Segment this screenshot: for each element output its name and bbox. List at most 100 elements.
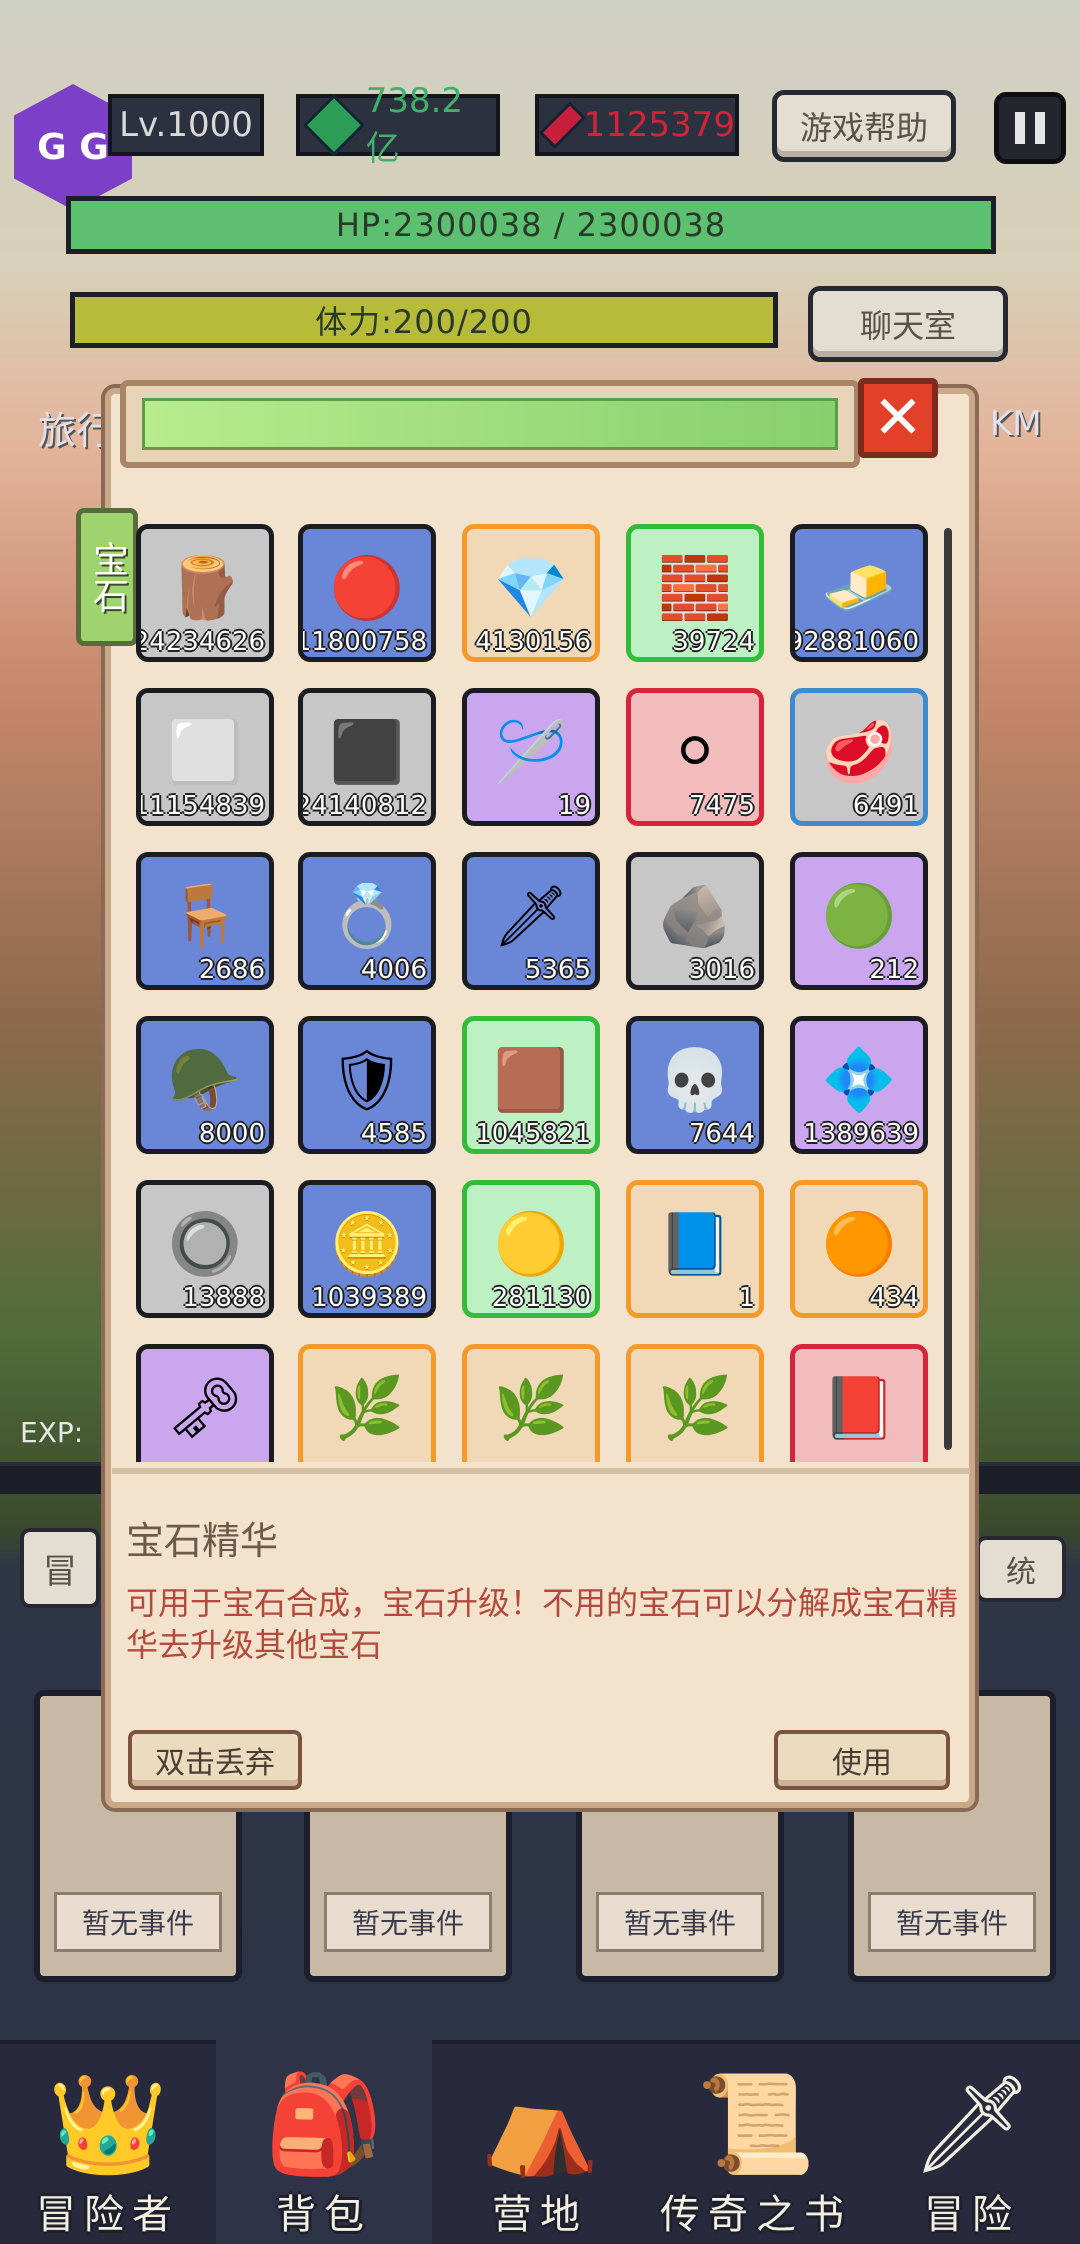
nav-backpack-icon: 🎒 [264,2068,384,2180]
item-count: 4006 [360,955,427,985]
item-icon: 🥩 [821,717,897,788]
item-icon: 🧈 [821,553,897,624]
inventory-slot[interactable]: 🟠 434 [790,1180,928,1318]
item-count: 13888 [182,1283,265,1313]
nav-camp[interactable]: ⛺ 营地 [432,2040,648,2244]
item-count: 5365 [524,955,591,985]
discard-button[interactable]: 双击丢弃 [128,1730,302,1790]
item-count: 212 [869,955,919,985]
stamina-bar: 体力:200/200 [70,292,778,348]
event-card-label: 暂无事件 [324,1892,492,1952]
hp-text: HP:2300038 / 2300038 [335,206,727,244]
item-icon: 🛡 [328,1045,406,1116]
ruby-counter: 1125379 [535,94,739,156]
inventory-slot[interactable]: 💠 1389639 [790,1016,928,1154]
inventory-slot[interactable]: ⬜ 11154839 [136,688,274,826]
inventory-slot[interactable]: 💎 4130156 [462,524,600,662]
close-button[interactable]: ✕ [858,378,938,458]
gg-logo-label: G G [37,126,109,168]
pause-button[interactable] [994,92,1066,164]
inventory-slot[interactable]: 🌿 [298,1344,436,1462]
inventory-slot[interactable]: 🧱 39724 [626,524,764,662]
inventory-slot[interactable]: 💀 7644 [626,1016,764,1154]
nav-camp-label: 营地 [492,2192,588,2238]
item-icon: 🗝 [166,1373,244,1444]
item-count: 3016 [688,955,755,985]
use-label: 使用 [832,1746,892,1781]
inventory-slot[interactable]: 🟢 212 [790,852,928,990]
inventory-slot[interactable]: 📕 [790,1344,928,1462]
nav-backpack-label: 背包 [276,2192,372,2238]
km-text: KM [990,404,1042,444]
item-icon: 🟡 [493,1209,569,1280]
nav-backpack[interactable]: 🎒 背包 [216,2040,432,2244]
item-icon: 🗡 [492,881,570,952]
tab-gems-label: 宝石 [87,541,128,613]
item-icon: 🌿 [657,1373,733,1444]
nav-adventurer[interactable]: 👑 冒险者 [0,2040,216,2244]
ruby-count: 1125379 [583,105,735,145]
discard-label: 双击丢弃 [155,1746,275,1781]
inventory-slot[interactable]: ⚪ 7475 [626,688,764,826]
inventory-slot[interactable]: 🪵 24234626 [136,524,274,662]
item-description: 可用于宝石合成，宝石升级！不用的宝石可以分解成宝石精华去升级其他宝石 [126,1584,959,1664]
item-icon: 🪨 [657,881,733,952]
close-icon: ✕ [872,383,924,453]
inventory-slot[interactable]: 🌿 [626,1344,764,1462]
inventory-slot[interactable]: 🌿 [462,1344,600,1462]
nav-adventurer-label: 冒险者 [36,2192,180,2238]
travel-text: 旅行 [38,409,115,453]
item-icon: 💀 [657,1045,733,1116]
panel-divider [112,1468,970,1474]
chat-room-button[interactable]: 聊天室 [808,286,1008,362]
inventory-slot[interactable]: 🪨 3016 [626,852,764,990]
exp-text: EXP: [20,1416,84,1449]
inventory-slot[interactable]: 🪖 8000 [136,1016,274,1154]
item-count: 4585 [360,1119,427,1149]
event-card-label: 暂无事件 [868,1892,1036,1952]
inventory-slot[interactable]: 🪑 2686 [136,852,274,990]
item-icon: 🪙 [329,1209,405,1280]
nav-legend-book[interactable]: 📜 传奇之书 [648,2040,864,2244]
inventory-slot[interactable]: 🪡 19 [462,688,600,826]
inventory-slot[interactable]: ⬛124140812 [298,688,436,826]
event-card-label: 暂无事件 [54,1892,222,1952]
item-icon: 🔘 [167,1209,243,1280]
travel-label: 旅行 [38,400,114,455]
adventure-side-label: 冒 [43,1551,77,1592]
inventory-slot[interactable]: 🛡 4585 [298,1016,436,1154]
inventory-slot[interactable]: 📘 1 [626,1180,764,1318]
item-icon: 🧱 [657,553,733,624]
item-count: 39724 [672,627,755,657]
inventory-slot[interactable]: 🟫 1045821 [462,1016,600,1154]
game-help-button[interactable]: 游戏帮助 [772,90,956,162]
item-icon: 🪖 [167,1045,243,1116]
item-count: 7644 [688,1119,755,1149]
nav-camp-icon: ⛺ [480,2068,600,2180]
item-count: 19 [557,791,591,821]
use-button[interactable]: 使用 [774,1730,950,1790]
nav-legend-book-label: 传奇之书 [660,2192,852,2238]
item-count: 11800758 [298,627,427,657]
system-side-button[interactable]: 统 [976,1536,1066,1602]
nav-adventure[interactable]: 🗡 冒险 [864,2040,1080,2244]
inventory-slot[interactable]: 🗡 5365 [462,852,600,990]
inventory-slot[interactable]: 🟡 281130 [462,1180,600,1318]
inventory-slot[interactable]: 🔴 11800758 [298,524,436,662]
event-card-label: 暂无事件 [596,1892,764,1952]
adventure-side-button[interactable]: 冒 [20,1528,100,1608]
inventory-slot[interactable]: 💍 4006 [298,852,436,990]
game-help-label: 游戏帮助 [799,109,928,147]
grid-scrollbar[interactable] [944,528,952,1450]
stamina-text: 体力:200/200 [315,303,533,341]
inventory-slot[interactable]: 🪙 1039389 [298,1180,436,1318]
inventory-slot[interactable]: 🥩 6491 [790,688,928,826]
item-icon: 📕 [821,1373,897,1444]
item-icon: 🔴 [329,553,405,624]
inventory-slot[interactable]: 🗝 [136,1344,274,1462]
item-icon: 🟢 [821,881,897,952]
item-icon: 🪑 [167,881,243,952]
inventory-slot[interactable]: 🧈 92881060 [790,524,928,662]
inventory-slot[interactable]: 🔘 13888 [136,1180,274,1318]
tab-gems[interactable]: 宝石 [76,508,138,646]
